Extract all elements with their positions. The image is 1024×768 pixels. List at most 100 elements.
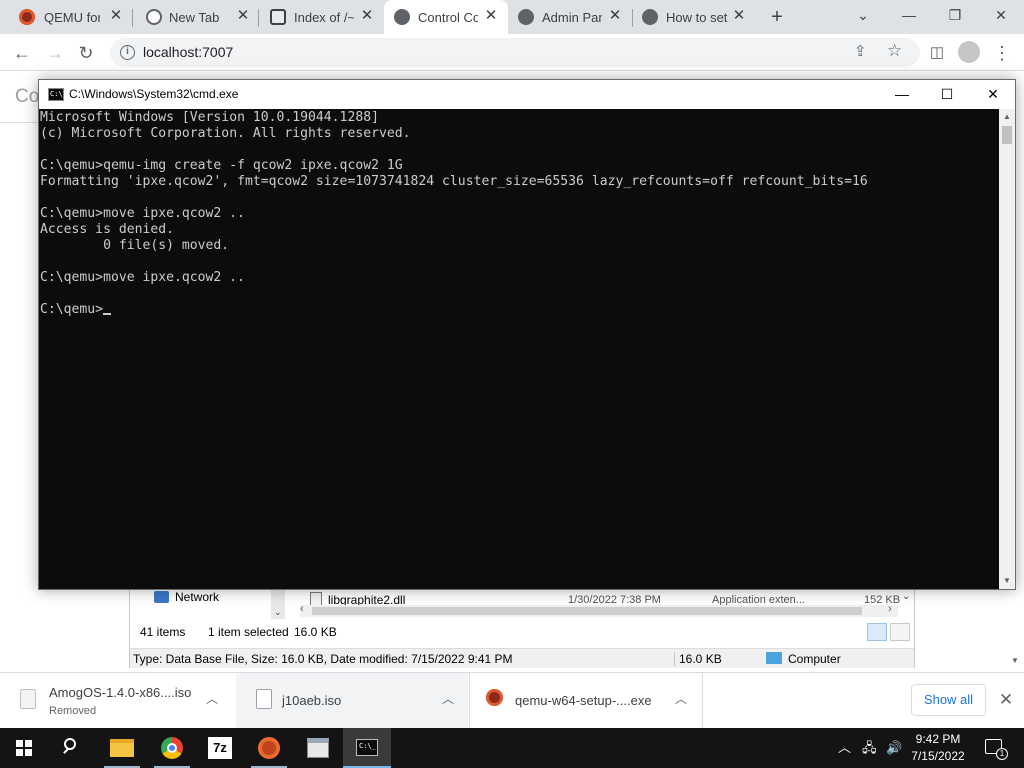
chrome-icon (146, 9, 162, 25)
computer-icon (766, 652, 782, 664)
cmd-window[interactable]: C:\_ C:\Windows\System32\cmd.exe — ☐ ✕ M… (38, 79, 1016, 590)
nav-pane-scrollbar[interactable]: ⌄ (271, 589, 285, 619)
tab-label: Admin Pan (542, 10, 602, 25)
clock-date[interactable]: 7/15/2022 (905, 749, 971, 763)
downloads-bar: AmogOS-1.4.0-x86....iso Removed ︿ j10aeb… (0, 672, 1024, 729)
tab-search-chevron-icon[interactable]: ⌄ (852, 4, 874, 26)
side-panel-icon[interactable]: ◫ (926, 42, 948, 64)
console-scrollbar[interactable]: ▲ ▼ (999, 109, 1015, 589)
search-button[interactable] (48, 728, 96, 768)
scrollbar-thumb[interactable] (312, 607, 862, 615)
scroll-right-icon[interactable]: › (888, 603, 892, 615)
url-text: localhost:7007 (143, 44, 234, 60)
browser-toolbar: ← → ↻ i localhost:7007 ⇪ ☆ ◫ ⋮ (0, 34, 1024, 71)
scroll-left-icon[interactable]: ‹ (300, 603, 304, 615)
minimize-icon[interactable]: — (889, 83, 915, 105)
console-output[interactable]: Microsoft Windows [Version 10.0.19044.12… (39, 109, 999, 589)
details-size: 16.0 KB (679, 652, 722, 666)
scroll-up-icon[interactable]: ▲ (999, 109, 1015, 125)
taskbar-qemu[interactable] (245, 728, 293, 768)
tab-qemu[interactable]: QEMU for W ✕ (0, 0, 132, 34)
close-tab-icon[interactable]: ✕ (607, 8, 623, 24)
cmd-window-title: C:\Windows\System32\cmd.exe (69, 87, 239, 101)
bookmark-star-icon[interactable]: ☆ (887, 41, 902, 61)
maximize-icon[interactable]: ☐ (934, 83, 960, 105)
divider (0, 122, 38, 123)
page-scroll-down-icon[interactable]: ▼ (1011, 656, 1019, 665)
chevron-up-icon[interactable]: ︿ (672, 690, 690, 708)
taskbar-file-explorer[interactable] (98, 728, 146, 768)
qemu-icon (19, 9, 35, 25)
globe-icon (394, 9, 410, 25)
tab-new-tab[interactable]: New Tab ✕ (132, 0, 258, 34)
clock-time[interactable]: 9:42 PM (905, 732, 971, 746)
download-item[interactable]: j10aeb.iso ︿ (236, 673, 468, 729)
download-name: AmogOS-1.4.0-x86....iso (49, 685, 192, 700)
download-name: j10aeb.iso (282, 693, 342, 708)
tab-admin-panel[interactable]: Admin Pan ✕ (508, 0, 632, 34)
new-tab-plus-icon[interactable]: + (766, 6, 788, 28)
chevron-up-icon[interactable]: ︿ (439, 690, 457, 708)
taskbar-cmd[interactable]: C:\_ (343, 728, 391, 768)
tab-label: New Tab (169, 10, 220, 25)
windows-taskbar: 7z C:\_ ︿ 🖧 🔊 ENG 9:42 PM 7/15/2022 1 (0, 728, 1024, 768)
restore-icon[interactable]: ❐ (944, 4, 966, 26)
chevron-up-icon[interactable]: ︿ (203, 690, 221, 708)
divider (702, 673, 703, 729)
close-tab-icon[interactable]: ✕ (731, 8, 747, 24)
large-icons-view-icon[interactable] (890, 623, 910, 641)
details-view-icon[interactable] (867, 623, 887, 641)
taskbar-7zip[interactable]: 7z (196, 728, 244, 768)
menu-kebab-icon[interactable]: ⋮ (991, 42, 1013, 64)
close-window-icon[interactable]: ✕ (990, 4, 1012, 26)
profile-avatar-icon[interactable] (958, 41, 980, 63)
scroll-down-icon[interactable]: ▼ (999, 573, 1015, 589)
close-tab-icon[interactable]: ✕ (483, 8, 499, 24)
site-info-icon[interactable]: i (120, 45, 135, 60)
horizontal-scrollbar[interactable]: ‹ › (300, 603, 898, 617)
scrollbar-thumb[interactable] (1002, 126, 1012, 144)
reload-icon[interactable]: ↻ (75, 42, 97, 64)
nav-item-network[interactable]: Network (175, 590, 219, 604)
start-button[interactable] (0, 728, 48, 768)
folder-icon (110, 739, 134, 757)
close-downloads-icon[interactable]: ✕ (996, 690, 1016, 710)
close-window-icon[interactable]: ✕ (980, 83, 1006, 105)
close-tab-icon[interactable]: ✕ (108, 8, 124, 24)
share-icon[interactable]: ⇪ (854, 42, 867, 60)
download-item[interactable]: qemu-w64-setup-....exe ︿ (469, 673, 701, 729)
network-icon (154, 591, 169, 603)
close-tab-icon[interactable]: ✕ (235, 8, 251, 24)
tab-control-center[interactable]: Control Co ✕ (384, 0, 508, 34)
globe-icon (642, 9, 658, 25)
show-all-button[interactable]: Show all (911, 684, 986, 716)
back-arrow-icon[interactable]: ← (11, 42, 33, 64)
forward-arrow-icon[interactable]: → (44, 42, 66, 64)
network-icon[interactable]: 🖧 (862, 740, 877, 756)
windows-logo-icon (16, 740, 32, 756)
window-app-icon (307, 738, 329, 758)
file-icon (20, 689, 36, 709)
chevron-down-icon[interactable]: ⌄ (274, 607, 282, 618)
location-label: Computer (788, 652, 841, 666)
divider (674, 652, 675, 666)
close-tab-icon[interactable]: ✕ (359, 8, 375, 24)
cmd-icon: C:\_ (356, 739, 378, 756)
download-status: Removed (49, 705, 97, 717)
taskbar-app[interactable] (294, 728, 342, 768)
address-bar[interactable]: i localhost:7007 ⇪ ☆ (110, 38, 920, 67)
sevenzip-icon: 7z (208, 737, 232, 759)
notification-count-badge: 1 (996, 748, 1008, 760)
volume-icon[interactable]: 🔊 (886, 740, 902, 756)
minimize-icon[interactable]: — (898, 4, 920, 26)
download-item[interactable]: AmogOS-1.4.0-x86....iso Removed ︿ (0, 673, 232, 729)
show-hidden-icons-chevron-icon[interactable]: ︿ (838, 740, 851, 756)
cmd-title-bar[interactable]: C:\_ C:\Windows\System32\cmd.exe — ☐ ✕ (39, 80, 1015, 109)
file-details-text: Type: Data Base File, Size: 16.0 KB, Dat… (133, 652, 513, 666)
tab-index-of[interactable]: Index of /~ ✕ (258, 0, 384, 34)
dll-file-icon (310, 592, 322, 606)
download-name: qemu-w64-setup-....exe (515, 693, 652, 708)
tab-how-to-set[interactable]: How to set ✕ (632, 0, 758, 34)
taskbar-chrome[interactable] (148, 728, 196, 768)
chevron-down-icon[interactable]: ⌄ (902, 591, 910, 602)
